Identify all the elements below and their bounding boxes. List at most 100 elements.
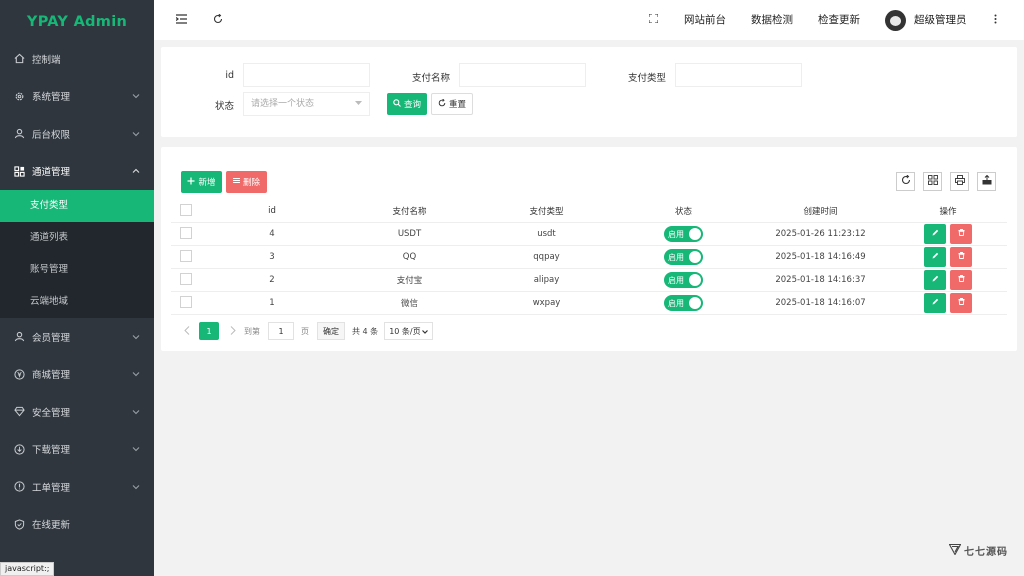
id-label: id: [225, 70, 234, 81]
export-button[interactable]: [977, 172, 996, 191]
watermark-text: 七七源码: [964, 547, 1008, 558]
sidebar-subitem-channel-list[interactable]: 通道列表: [0, 222, 154, 254]
status-select[interactable]: 请选择一个状态: [243, 92, 370, 116]
row-checkbox[interactable]: [180, 249, 192, 262]
cell-created: 2025-01-18 14:16:07: [775, 298, 866, 308]
prev-page-button[interactable]: [180, 325, 194, 337]
goto-confirm-button[interactable]: 确定: [317, 322, 345, 340]
sidebar-item-channels[interactable]: 通道管理: [0, 153, 154, 191]
goto-page-input[interactable]: 1: [268, 322, 294, 340]
chevron-down-icon: [131, 129, 141, 139]
col-header-type[interactable]: 支付类型: [478, 205, 615, 217]
header-link-data-check[interactable]: 数据检测: [751, 0, 793, 40]
cell-actions: [889, 224, 1007, 244]
delete-row-button[interactable]: [950, 293, 972, 313]
cell-status: 启用: [615, 272, 752, 288]
add-button[interactable]: 新增: [181, 171, 222, 193]
page-size-select[interactable]: 10 条/页: [384, 322, 434, 340]
sidebar-item-label: 控制端: [32, 54, 61, 66]
cell-id: 1: [269, 298, 275, 308]
watermark: 七七源码: [948, 543, 1008, 558]
plus-icon: [187, 177, 195, 188]
cell-status: 启用: [615, 295, 752, 311]
page-size-value: 10 条/页: [389, 326, 421, 336]
delete-row-button[interactable]: [950, 270, 972, 290]
header-link-frontend[interactable]: 网站前台: [684, 0, 726, 40]
chevron-down-icon: [131, 444, 141, 454]
user-menu[interactable]: 超级管理员: [885, 0, 967, 40]
trash-icon: [958, 298, 965, 308]
edit-button[interactable]: [924, 247, 946, 267]
header-link-check-update[interactable]: 检查更新: [818, 0, 860, 40]
status-switch[interactable]: 启用: [664, 249, 703, 265]
row-checkbox[interactable]: [180, 295, 192, 308]
refresh-page-button[interactable]: [208, 0, 228, 40]
reset-button[interactable]: 重置: [431, 93, 473, 115]
status-switch[interactable]: 启用: [664, 226, 703, 242]
col-header-status[interactable]: 状态: [615, 205, 752, 217]
table-refresh-button[interactable]: [896, 172, 915, 191]
sidebar: YPAY Admin 控制端 系统管理 后台权限 通道管理 支付类型 通道列表 …: [0, 0, 154, 576]
sidebar-item-security[interactable]: 安全管理: [0, 393, 154, 431]
cell-type: usdt: [537, 229, 556, 239]
sidebar-item-members[interactable]: 会员管理: [0, 318, 154, 356]
edit-button[interactable]: [924, 224, 946, 244]
fullscreen-button[interactable]: [644, 0, 662, 40]
cell-actions: [889, 293, 1007, 313]
col-header-created[interactable]: 创建时间: [752, 205, 889, 217]
row-select-cell: [171, 295, 203, 311]
columns-filter-button[interactable]: [923, 172, 942, 191]
sidebar-item-admin-permissions[interactable]: 后台权限: [0, 115, 154, 153]
edit-icon: [932, 298, 939, 308]
select-all-checkbox[interactable]: [180, 203, 192, 216]
cell-created: 2025-01-18 14:16:37: [775, 275, 866, 285]
edit-button[interactable]: [924, 270, 946, 290]
page-1-button[interactable]: 1: [199, 322, 219, 340]
col-header-name[interactable]: 支付名称: [341, 205, 478, 217]
refresh-icon: [213, 13, 223, 27]
status-switch[interactable]: 启用: [664, 272, 703, 288]
sidebar-item-system[interactable]: 系统管理: [0, 78, 154, 116]
row-checkbox[interactable]: [180, 272, 192, 285]
query-button[interactable]: 查询: [387, 93, 427, 115]
cell-name: USDT: [397, 229, 422, 239]
next-page-button[interactable]: [226, 325, 240, 337]
col-header-id[interactable]: id: [203, 206, 341, 216]
total-count: 共 4 条: [352, 326, 379, 336]
more-menu-button[interactable]: [988, 0, 1002, 40]
brand-logo[interactable]: YPAY Admin: [0, 0, 154, 40]
sidebar-item-shop[interactable]: 商城管理: [0, 356, 154, 394]
print-button[interactable]: [950, 172, 969, 191]
sidebar-subitem-payment-types[interactable]: 支付类型: [0, 190, 154, 222]
cell-id: 2: [269, 275, 275, 285]
select-all-cell: [171, 203, 203, 219]
sidebar-item-label: 后台权限: [32, 129, 71, 141]
sidebar-subitem-cloud-regions[interactable]: 云端地域: [0, 286, 154, 318]
pay-type-input[interactable]: [675, 63, 802, 87]
sidebar-item-tickets[interactable]: 工单管理: [0, 468, 154, 506]
cell-status: 启用: [615, 249, 752, 265]
browser-status-bar: javascript:;: [0, 562, 55, 576]
delete-row-button[interactable]: [950, 224, 972, 244]
cell-status: 启用: [615, 226, 752, 242]
chevron-right-icon: [230, 325, 236, 337]
status-switch-label: 启用: [668, 252, 684, 262]
status-switch[interactable]: 启用: [664, 295, 703, 311]
sidebar-subitem-accounts[interactable]: 账号管理: [0, 254, 154, 286]
id-input[interactable]: [243, 63, 370, 87]
delete-row-button[interactable]: [950, 247, 972, 267]
export-icon: [982, 174, 992, 188]
delete-button[interactable]: 删除: [226, 171, 267, 193]
row-checkbox[interactable]: [180, 226, 192, 239]
menu-toggle-button[interactable]: [171, 0, 191, 40]
sidebar-item-downloads[interactable]: 下载管理: [0, 431, 154, 469]
trash-icon: [958, 229, 965, 239]
sidebar-item-online-update[interactable]: 在线更新: [0, 506, 154, 544]
avatar: [885, 9, 906, 31]
pay-name-input[interactable]: [459, 63, 586, 87]
chevron-down-icon: [422, 327, 429, 336]
edit-button[interactable]: [924, 293, 946, 313]
sidebar-item-console[interactable]: 控制端: [0, 40, 154, 78]
home-icon: [13, 53, 25, 65]
sidebar-item-label: 下载管理: [32, 445, 71, 457]
